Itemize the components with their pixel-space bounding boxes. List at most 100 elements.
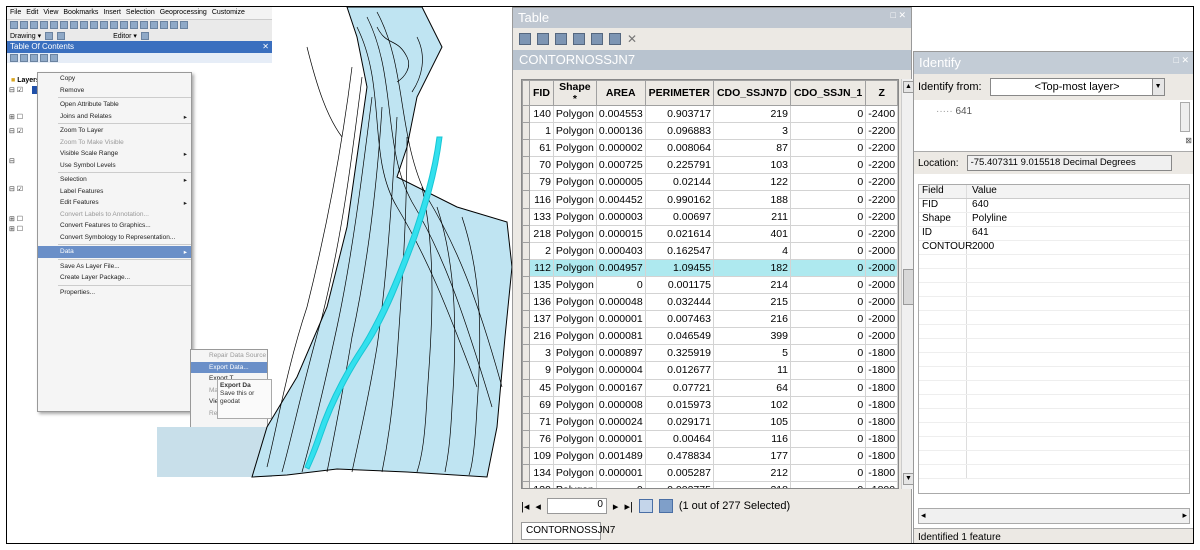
select-by-attributes-icon[interactable] <box>555 33 567 45</box>
cell-cdo-ssjn-1[interactable]: 0 <box>789 275 867 295</box>
cell-shape[interactable]: Polygon <box>552 207 597 226</box>
toolbar-button[interactable] <box>70 21 78 29</box>
cell-perimeter[interactable]: 0.032444 <box>644 293 714 312</box>
layer-checkbox[interactable]: ⊞ ☐ <box>9 113 23 121</box>
cell-shape[interactable]: Polygon <box>552 275 597 295</box>
row-selector-header[interactable] <box>522 80 530 106</box>
row-selector[interactable] <box>522 446 530 465</box>
row-selector[interactable] <box>522 156 530 175</box>
cell-shape[interactable]: Polygon <box>552 327 597 346</box>
toolbar-button[interactable] <box>90 21 98 29</box>
cell-fid[interactable]: 1 <box>529 122 554 141</box>
toolbar-button[interactable] <box>180 21 188 29</box>
cell-cdo-ssjn-1[interactable]: 0 <box>789 258 867 277</box>
cell-cdo-ssjn7d[interactable]: 122 <box>712 173 791 192</box>
row-selector[interactable] <box>522 293 530 312</box>
cell-area[interactable]: 0.000024 <box>595 412 646 431</box>
identify-field-row[interactable]: CONTOUR 2000 <box>919 241 1189 255</box>
cell-area[interactable]: 0.000003 <box>595 207 646 226</box>
cell-cdo-ssjn-1[interactable]: 0 <box>789 207 867 226</box>
context-menu-item[interactable]: Use Symbol Levels <box>38 160 191 172</box>
cell-area[interactable]: 0.000001 <box>595 310 646 329</box>
cell-perimeter[interactable]: 0.001175 <box>644 275 714 295</box>
cell-cdo-ssjn-1[interactable]: 0 <box>789 463 867 483</box>
cell-area[interactable]: 0 <box>595 275 646 295</box>
layer-checkbox[interactable]: ⊞ ☐ <box>9 225 23 233</box>
toolbar-button[interactable] <box>150 21 158 29</box>
cell-shape[interactable]: Polygon <box>552 429 597 448</box>
toolbar-button[interactable] <box>170 21 178 29</box>
cell-area[interactable]: 0.000136 <box>595 122 646 141</box>
context-menu-item[interactable]: Copy <box>38 73 191 85</box>
table-row[interactable]: 79 Polygon 0.000005 0.02144 122 0 -2200 <box>522 173 898 192</box>
table-row[interactable]: 109 Polygon 0.001489 0.478834 177 0 -1800 <box>522 446 898 465</box>
list-by-visibility-icon[interactable] <box>30 54 38 62</box>
cell-fid[interactable]: 79 <box>529 173 554 192</box>
table-options-icon[interactable] <box>519 33 531 45</box>
cell-fid[interactable]: 218 <box>529 224 554 243</box>
toolbar-button[interactable] <box>30 21 38 29</box>
cell-z[interactable]: -1800 <box>865 344 898 363</box>
cell-fid[interactable]: 140 <box>529 104 554 124</box>
row-selector[interactable] <box>522 361 530 380</box>
cell-cdo-ssjn7d[interactable]: 3 <box>712 122 791 141</box>
cell-area[interactable]: 0.000002 <box>595 139 646 158</box>
row-selector[interactable] <box>522 378 530 397</box>
toolbar-button[interactable] <box>110 21 118 29</box>
row-selector[interactable] <box>522 258 530 277</box>
cell-shape[interactable]: Polygon <box>552 293 597 312</box>
clear-selection-icon[interactable] <box>591 33 603 45</box>
cell-z[interactable]: -2200 <box>865 122 898 141</box>
cell-shape[interactable]: Polygon <box>552 310 597 329</box>
cell-cdo-ssjn7d[interactable]: 105 <box>712 412 791 431</box>
cell-cdo-ssjn7d[interactable]: 218 <box>712 481 791 488</box>
cell-fid[interactable]: 76 <box>529 429 554 448</box>
drawing-menu[interactable]: Drawing ▾ <box>10 32 41 40</box>
cell-area[interactable]: 0.004957 <box>595 258 646 277</box>
toolbar-button[interactable] <box>160 21 168 29</box>
scroll-right-icon[interactable]: ▸ <box>1182 510 1187 521</box>
table-row[interactable]: 70 Polygon 0.000725 0.225791 103 0 -2200 <box>522 156 898 175</box>
cell-perimeter[interactable]: 0.00697 <box>644 207 714 226</box>
cell-cdo-ssjn-1[interactable]: 0 <box>789 395 867 414</box>
layer-checkbox[interactable]: ⊟ ☑ <box>9 185 23 193</box>
cell-shape[interactable]: Polygon <box>552 104 597 124</box>
menu-bookmarks[interactable]: Bookmarks <box>63 9 98 17</box>
row-selector[interactable] <box>522 224 530 243</box>
cell-cdo-ssjn-1[interactable]: 0 <box>789 156 867 175</box>
cell-z[interactable]: -2200 <box>865 224 898 243</box>
cell-fid[interactable]: 137 <box>529 310 554 329</box>
context-menu-item[interactable]: Joins and Relates ▸ <box>38 111 191 123</box>
cell-cdo-ssjn7d[interactable]: 399 <box>712 327 791 346</box>
table-row[interactable]: 218 Polygon 0.000015 0.021614 401 0 -2200 <box>522 224 898 243</box>
cell-cdo-ssjn7d[interactable]: 214 <box>712 275 791 295</box>
zoom-to-selected-icon[interactable] <box>609 33 621 45</box>
cell-cdo-ssjn-1[interactable]: 0 <box>789 241 867 260</box>
toolbar-button[interactable] <box>140 21 148 29</box>
table-tab[interactable]: CONTORNOSSJN7 <box>521 522 615 540</box>
cell-cdo-ssjn7d[interactable]: 182 <box>712 258 791 277</box>
cell-fid[interactable]: 139 <box>529 481 554 488</box>
cell-z[interactable]: -1800 <box>865 378 898 397</box>
layer-checkbox[interactable]: ⊟ ☑ <box>9 86 23 94</box>
row-selector[interactable] <box>522 122 530 141</box>
options-icon[interactable] <box>50 54 58 62</box>
cell-z[interactable]: -1800 <box>865 395 898 414</box>
layer-checkbox[interactable]: ⊞ ☐ <box>9 215 23 223</box>
cell-area[interactable]: 0.000048 <box>595 293 646 312</box>
cell-area[interactable]: 0.004452 <box>595 190 646 209</box>
column-header-cdo-ssjn-1[interactable]: CDO_SSJN_1 <box>789 80 867 106</box>
table-row[interactable]: 1 Polygon 0.000136 0.096883 3 0 -2200 <box>522 122 898 141</box>
table-row[interactable]: 69 Polygon 0.000008 0.015973 102 0 -1800 <box>522 395 898 414</box>
cell-fid[interactable]: 135 <box>529 275 554 295</box>
cell-area[interactable]: 0.000725 <box>595 156 646 175</box>
cell-fid[interactable]: 116 <box>529 190 554 209</box>
delete-selected-icon[interactable]: ✕ <box>627 33 639 45</box>
cell-z[interactable]: -1800 <box>865 429 898 448</box>
menu-view[interactable]: View <box>43 9 58 17</box>
toolbar-button[interactable] <box>50 21 58 29</box>
context-menu-item[interactable]: Visible Scale Range ▸ <box>38 148 191 160</box>
row-selector[interactable] <box>522 412 530 431</box>
cell-perimeter[interactable]: 0.00464 <box>644 429 714 448</box>
cell-z[interactable]: -2200 <box>865 190 898 209</box>
